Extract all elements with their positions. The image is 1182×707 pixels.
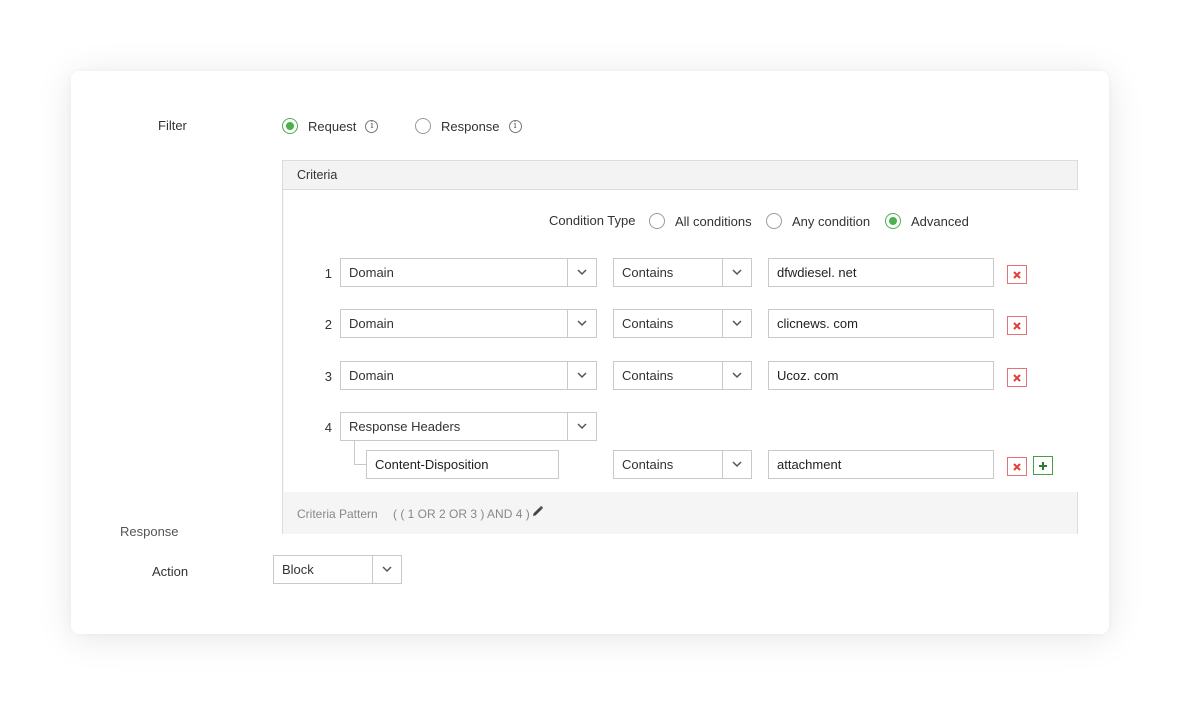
plus-icon [1039, 461, 1047, 470]
chevron-down-icon[interactable] [722, 310, 751, 337]
pencil-icon[interactable] [531, 505, 544, 521]
field-select-value: Domain [349, 368, 394, 383]
filter-request-label: Request [308, 118, 357, 134]
filter-response-label: Response [441, 118, 500, 134]
tree-connector [354, 441, 366, 465]
filter-label: Filter [158, 118, 187, 133]
radio-circle[interactable] [766, 213, 782, 229]
radio-circle[interactable] [282, 118, 298, 134]
delete-row-button-2[interactable] [1007, 316, 1027, 335]
filter-settings-card: Filter Request i Response i Criteria Con… [71, 71, 1109, 634]
chevron-down-icon[interactable] [567, 310, 596, 337]
radio-circle[interactable] [885, 213, 901, 229]
field-select-value: Response Headers [349, 419, 461, 434]
value-input-1[interactable]: dfwdiesel. net [768, 258, 994, 287]
criteria-panel: Criteria Condition Type All conditions A… [282, 160, 1078, 534]
operator-select-3[interactable]: Contains [613, 361, 752, 390]
chevron-down-icon[interactable] [567, 362, 596, 389]
chevron-down-icon[interactable] [567, 259, 596, 286]
operator-select-4[interactable]: Contains [613, 450, 752, 479]
radio-circle[interactable] [415, 118, 431, 134]
action-select-value: Block [282, 562, 314, 577]
close-icon [1013, 270, 1021, 279]
field-select-1[interactable]: Domain [340, 258, 597, 287]
filter-request-radio[interactable]: Request i [282, 118, 379, 134]
add-row-button[interactable] [1033, 456, 1053, 475]
close-icon [1013, 462, 1021, 471]
chevron-down-icon[interactable] [567, 413, 596, 440]
info-icon[interactable]: i [365, 119, 379, 133]
operator-select-value: Contains [622, 457, 674, 472]
chevron-down-icon[interactable] [722, 362, 751, 389]
info-icon[interactable]: i [508, 119, 522, 133]
close-icon [1013, 373, 1021, 382]
condition-advanced-radio[interactable]: Advanced [885, 213, 969, 229]
operator-select-2[interactable]: Contains [613, 309, 752, 338]
row-number: 1 [324, 266, 332, 281]
condition-all-label: All conditions [675, 213, 752, 229]
row-number: 3 [324, 369, 332, 384]
operator-select-1[interactable]: Contains [613, 258, 752, 287]
field-select-value: Domain [349, 316, 394, 331]
field-select-2[interactable]: Domain [340, 309, 597, 338]
chevron-down-icon[interactable] [722, 259, 751, 286]
header-name-input[interactable]: Content-Disposition [366, 450, 559, 479]
criteria-pattern-value: ( ( 1 OR 2 OR 3 ) AND 4 ) [393, 507, 530, 521]
filter-response-radio[interactable]: Response i [415, 118, 522, 134]
delete-row-button-4[interactable] [1007, 457, 1027, 476]
criteria-title: Criteria [283, 161, 1077, 190]
field-select-3[interactable]: Domain [340, 361, 597, 390]
action-label: Action [152, 564, 189, 579]
close-icon [1013, 321, 1021, 330]
criteria-pattern-bar: Criteria Pattern ( ( 1 OR 2 OR 3 ) AND 4… [283, 492, 1077, 534]
value-input-2[interactable]: clicnews. com [768, 309, 994, 338]
condition-type-label: Condition Type [549, 213, 636, 228]
row-number: 2 [324, 317, 332, 332]
chevron-down-icon[interactable] [372, 556, 401, 583]
delete-row-button-3[interactable] [1007, 368, 1027, 387]
operator-select-value: Contains [622, 265, 674, 280]
value-input-3[interactable]: Ucoz. com [768, 361, 994, 390]
field-select-4[interactable]: Response Headers [340, 412, 597, 441]
condition-any-radio[interactable]: Any condition [766, 213, 870, 229]
delete-row-button-1[interactable] [1007, 265, 1027, 284]
condition-advanced-label: Advanced [911, 213, 969, 229]
criteria-pattern-label: Criteria Pattern [297, 507, 378, 521]
chevron-down-icon[interactable] [722, 451, 751, 478]
row-number: 4 [324, 420, 332, 435]
value-input-4[interactable]: attachment [768, 450, 994, 479]
action-select[interactable]: Block [273, 555, 402, 584]
field-select-value: Domain [349, 265, 394, 280]
criteria-body: Condition Type All conditions Any condit… [284, 190, 1078, 492]
radio-circle[interactable] [649, 213, 665, 229]
operator-select-value: Contains [622, 316, 674, 331]
operator-select-value: Contains [622, 368, 674, 383]
response-section-title: Response [120, 524, 179, 539]
condition-all-radio[interactable]: All conditions [649, 213, 752, 229]
condition-any-label: Any condition [792, 213, 871, 229]
